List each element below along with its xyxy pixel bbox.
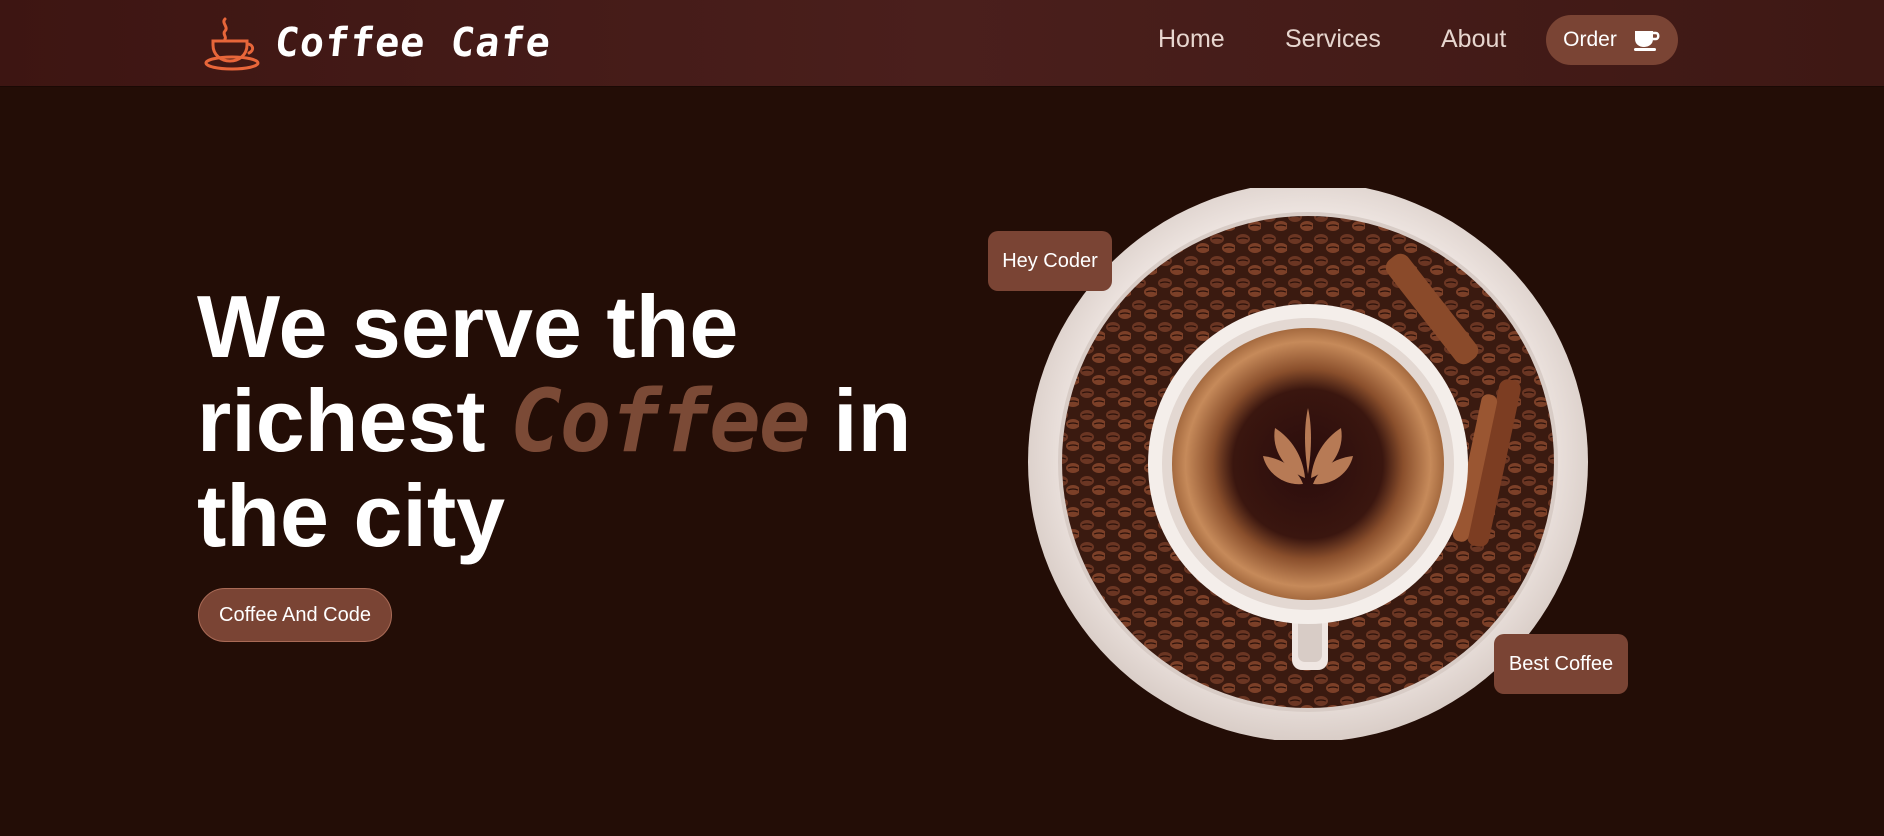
headline-line-2-start: richest (197, 371, 486, 470)
nav-home-link[interactable]: Home (1158, 22, 1225, 56)
brand-name: Coffee Cafe (272, 20, 554, 66)
headline-line-1: We serve the (197, 277, 739, 376)
coffee-cup-logo-icon (204, 17, 260, 71)
headline-line-2-end: in (833, 371, 912, 470)
coffee-cup-icon (1633, 31, 1660, 51)
headline-accent-word: Coffee (510, 372, 811, 472)
hero-headline: We serve the richest Coffee in the city (197, 280, 977, 563)
order-button-label: Order (1563, 28, 1617, 51)
hey-coder-tag: Hey Coder (988, 231, 1112, 291)
headline-line-3: the city (197, 466, 506, 565)
order-button[interactable]: Order (1546, 15, 1678, 65)
navbar: Coffee Cafe Home Services About Order (0, 0, 1884, 86)
nav-about-link[interactable]: About (1441, 22, 1506, 56)
coffee-and-code-button[interactable]: Coffee And Code (198, 588, 392, 642)
nav-services-link[interactable]: Services (1285, 22, 1381, 56)
brand[interactable]: Coffee Cafe (203, 8, 554, 78)
best-coffee-tag: Best Coffee (1494, 634, 1628, 694)
